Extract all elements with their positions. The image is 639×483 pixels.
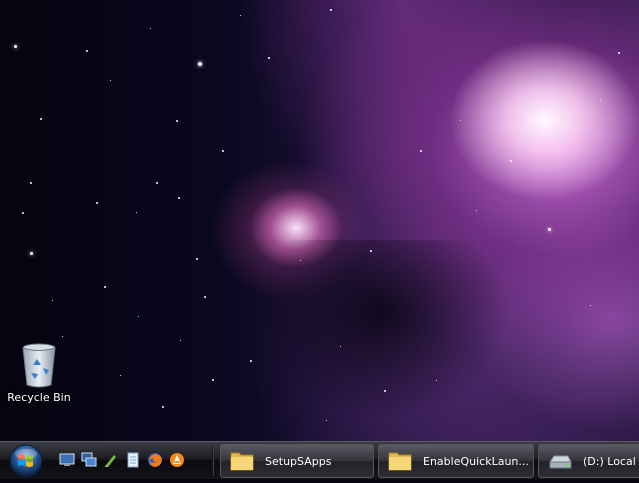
star: [30, 252, 33, 255]
star: [110, 80, 111, 81]
star: [150, 28, 151, 29]
windows-logo-icon: [9, 444, 43, 478]
star: [14, 45, 17, 48]
star: [330, 9, 332, 11]
star: [52, 300, 53, 301]
taskbar-button-label: SetupSApps: [265, 454, 332, 468]
star: [162, 406, 164, 408]
vlc-cone-icon[interactable]: [168, 451, 186, 469]
star: [176, 120, 178, 122]
taskbar-button-label: (D:) Local D: [583, 454, 639, 468]
star: [120, 375, 121, 376]
star: [212, 379, 214, 381]
star: [384, 390, 386, 392]
drive-icon: [547, 448, 573, 474]
star: [510, 160, 512, 162]
recycle-bin-desktop-icon[interactable]: Recycle Bin: [4, 343, 74, 413]
start-button[interactable]: [6, 443, 46, 479]
quick-launch-toolbar: [58, 447, 186, 473]
star: [420, 150, 422, 152]
star: [138, 316, 139, 317]
star: [222, 150, 224, 152]
star: [548, 228, 551, 231]
star: [204, 296, 206, 298]
star: [268, 57, 270, 59]
folder-icon: [229, 448, 255, 474]
taskbar-button-enablequicklaunch[interactable]: EnableQuickLaun...: [378, 444, 534, 478]
recycle-bin-label: Recycle Bin: [7, 391, 71, 404]
pen-tool-icon[interactable]: [102, 451, 120, 469]
star: [460, 120, 461, 121]
star: [30, 182, 32, 184]
star: [22, 212, 24, 214]
star: [370, 250, 372, 252]
firefox-icon[interactable]: [146, 451, 164, 469]
taskbar-button-setupsapps[interactable]: SetupSApps: [220, 444, 374, 478]
star: [600, 100, 601, 101]
notepad-icon[interactable]: [124, 451, 142, 469]
star: [240, 15, 241, 16]
star: [340, 346, 341, 347]
recycle-bin-icon: [22, 343, 56, 388]
star: [436, 380, 437, 381]
star: [86, 50, 88, 52]
star: [96, 202, 98, 204]
star: [40, 118, 42, 120]
star: [250, 360, 252, 362]
nebula-dark-lane: [250, 240, 510, 420]
star: [180, 340, 181, 341]
star: [156, 182, 158, 184]
star: [104, 286, 106, 288]
switch-windows-icon[interactable]: [80, 451, 98, 469]
star: [326, 420, 327, 421]
taskbar-separator: [212, 446, 214, 476]
star: [476, 210, 477, 211]
folder-icon: [387, 448, 413, 474]
star: [618, 52, 620, 54]
desktop-wallpaper: [0, 0, 639, 441]
star: [590, 305, 591, 306]
star: [136, 212, 137, 213]
star: [178, 197, 180, 199]
star: [300, 260, 301, 261]
taskbar-button-local-drive[interactable]: (D:) Local D: [538, 444, 639, 478]
taskbar-button-label: EnableQuickLaun...: [423, 454, 529, 468]
star: [198, 62, 202, 66]
star: [196, 258, 198, 260]
star: [62, 336, 63, 337]
taskbar: SetupSApps EnableQuickLaun... (D:) Local…: [0, 441, 639, 479]
show-desktop-icon[interactable]: [58, 451, 76, 469]
